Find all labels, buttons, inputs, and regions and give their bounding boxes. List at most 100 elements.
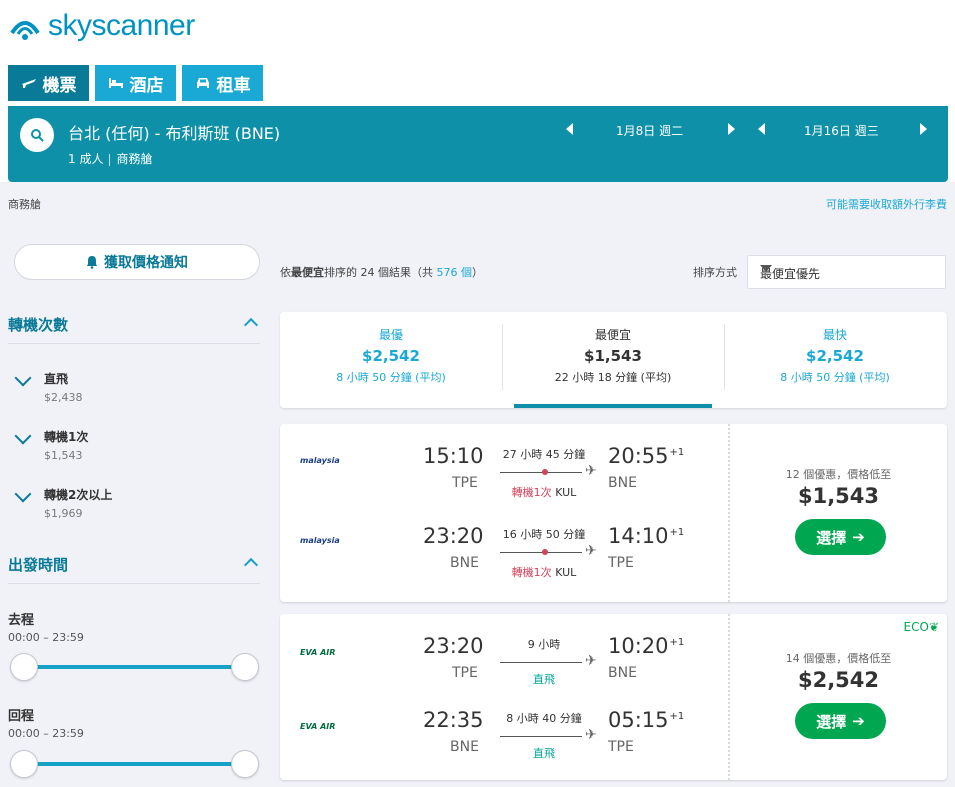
skyscanner-logo[interactable]: skyscanner xyxy=(8,8,195,44)
outbound-next-day-icon[interactable] xyxy=(728,123,735,135)
return-date[interactable]: 1月16日 週三 xyxy=(804,122,879,139)
search-button[interactable] xyxy=(20,118,54,152)
next-day-badge: +1 xyxy=(669,447,685,458)
arrival-airport: BNE xyxy=(608,665,637,681)
stop-option-price: $2,438 xyxy=(44,391,83,404)
cabin-text: 商務艙 xyxy=(116,152,153,166)
tab-flights[interactable]: 機票 xyxy=(8,65,89,101)
passengers-cabin[interactable]: 1 成人 商務艙 xyxy=(68,150,152,167)
plane-icon: ✈ xyxy=(585,727,597,743)
departure-airport: TPE xyxy=(452,475,478,491)
arrival-time-value: 10:20 xyxy=(608,634,669,658)
tab-cars[interactable]: 租車 xyxy=(182,65,263,101)
stop-dot xyxy=(542,469,548,475)
checkbox-two-plus-stops[interactable] xyxy=(14,485,32,503)
tab-flights-label: 機票 xyxy=(42,75,77,96)
departure-time-filter-header[interactable]: 出發時間 xyxy=(8,554,260,584)
chevron-down-icon xyxy=(760,265,772,272)
checkbox-one-stop[interactable] xyxy=(14,427,32,445)
select-button[interactable]: 選擇 ➔ xyxy=(795,519,886,555)
result-card[interactable]: malaysia 15:10 TPE 27 小時 45 分鐘 ✈ 轉機1次 KU… xyxy=(280,424,947,602)
airline-logo-malaysia: malaysia xyxy=(300,456,340,465)
arrival-airport: TPE xyxy=(608,739,634,755)
tab-hotels[interactable]: 酒店 xyxy=(95,65,176,101)
summary-price: $1,543 xyxy=(584,347,642,365)
route-text[interactable]: 台北 (任何) - 布利斯班 (BNE) xyxy=(68,120,280,144)
tab-cars-label: 租車 xyxy=(216,75,251,96)
stop-option-label[interactable]: 轉機1次 xyxy=(44,428,88,445)
outbound-time-range: 00:00 – 23:59 xyxy=(8,631,84,644)
summary-tab-cheapest[interactable]: 最便宜 $1,543 22 小時 18 分鐘 (平均) xyxy=(502,312,724,408)
return-time-range: 00:00 – 23:59 xyxy=(8,727,84,740)
return-slider-min-handle[interactable] xyxy=(10,750,38,778)
stop-option-label[interactable]: 直飛 xyxy=(44,370,68,387)
bed-icon xyxy=(108,78,123,88)
leg-duration: 9 小時 xyxy=(527,638,561,651)
outbound-prev-day-icon[interactable] xyxy=(566,123,573,135)
route-line xyxy=(500,552,582,553)
sort-select[interactable]: 最便宜優先 xyxy=(747,255,946,289)
departure-airport: TPE xyxy=(452,665,478,681)
arrival-time: 20:55+1 xyxy=(608,444,684,468)
stop-count: 轉機1次 xyxy=(511,486,552,499)
departure-time: 23:20 xyxy=(423,524,484,548)
price-alert-label: 獲取價格通知 xyxy=(104,255,188,271)
arrow-right-icon: ➔ xyxy=(852,528,865,546)
checkbox-direct[interactable] xyxy=(14,369,32,387)
stops-filter-header[interactable]: 轉機次數 xyxy=(8,314,260,344)
summary-price: $2,542 xyxy=(362,347,420,365)
leaf-icon: ❦ xyxy=(928,620,939,634)
outbound-time-slider[interactable] xyxy=(24,665,246,669)
result-card[interactable]: ECO❦ EVA AIR 23:20 TPE 9 小時 ✈ 直飛 10:20+1… xyxy=(280,614,947,780)
departure-time-filter-title: 出發時間 xyxy=(8,556,69,574)
outbound-date[interactable]: 1月8日 週二 xyxy=(616,122,683,139)
departure-time: 15:10 xyxy=(423,444,484,468)
leg-duration: 16 小時 50 分鐘 xyxy=(502,528,586,541)
outbound-slider-max-handle[interactable] xyxy=(231,653,259,681)
plane-icon: ✈ xyxy=(585,463,597,479)
stop-info: 直飛 xyxy=(533,747,555,760)
route-line xyxy=(500,662,582,663)
summary-tab-best[interactable]: 最優 $2,542 8 小時 50 分鐘 (平均) xyxy=(280,312,502,408)
outbound-slider-min-handle[interactable] xyxy=(10,653,38,681)
airline-logo-eva-air: EVA AIR xyxy=(300,648,336,657)
selected-tab-indicator xyxy=(514,404,712,408)
airline-logo-eva-air: EVA AIR xyxy=(300,722,336,731)
arrival-time-value: 14:10 xyxy=(608,524,669,548)
stop-dot xyxy=(542,549,548,555)
summary-label: 最便宜 xyxy=(594,328,631,342)
plane-icon: ✈ xyxy=(585,653,597,669)
leg-duration: 8 小時 40 分鐘 xyxy=(506,712,582,725)
chevron-up-icon[interactable] xyxy=(243,317,259,333)
passengers-text: 1 成人 xyxy=(68,152,104,166)
select-button[interactable]: 選擇 ➔ xyxy=(795,703,886,739)
baggage-fee-link[interactable]: 可能需要收取額外行李費 xyxy=(826,196,947,212)
return-time-label: 回程 xyxy=(8,709,35,724)
total-results-link[interactable]: 576 個 xyxy=(437,266,473,279)
summary-duration: 8 小時 50 分鐘 (平均) xyxy=(780,371,890,384)
eco-badge: ECO❦ xyxy=(904,620,939,634)
summary-tab-fastest[interactable]: 最快 $2,542 8 小時 50 分鐘 (平均) xyxy=(724,312,946,408)
departure-airport: BNE xyxy=(450,555,479,571)
logo-text: skyscanner xyxy=(48,9,195,42)
stop-option-label[interactable]: 轉機2次以上 xyxy=(44,486,112,503)
return-time-slider[interactable] xyxy=(24,762,246,766)
logo-icon xyxy=(10,21,40,40)
results-prefix: 依 xyxy=(280,266,291,279)
deals-count: 12 個優惠，價格低至 xyxy=(785,468,892,481)
car-icon xyxy=(196,78,209,88)
return-slider-max-handle[interactable] xyxy=(231,750,259,778)
return-next-day-icon[interactable] xyxy=(920,123,927,135)
departure-airport: BNE xyxy=(450,739,479,755)
search-summary-bar[interactable]: 台北 (任何) - 布利斯班 (BNE) 1 成人 商務艙 1月8日 週二 1月1… xyxy=(8,106,948,182)
return-prev-day-icon[interactable] xyxy=(758,123,765,135)
arrival-time: 10:20+1 xyxy=(608,634,684,658)
plane-icon: ✈ xyxy=(585,543,597,559)
select-button-label: 選擇 xyxy=(816,712,847,731)
next-day-badge: +1 xyxy=(669,637,685,648)
stop-info: 轉機1次 KUL xyxy=(494,484,594,500)
leg-duration: 27 小時 45 分鐘 xyxy=(502,448,586,461)
arrival-time-value: 05:15 xyxy=(608,708,669,732)
price-alert-button[interactable]: 獲取價格通知 xyxy=(14,244,260,280)
chevron-up-icon[interactable] xyxy=(243,557,259,573)
